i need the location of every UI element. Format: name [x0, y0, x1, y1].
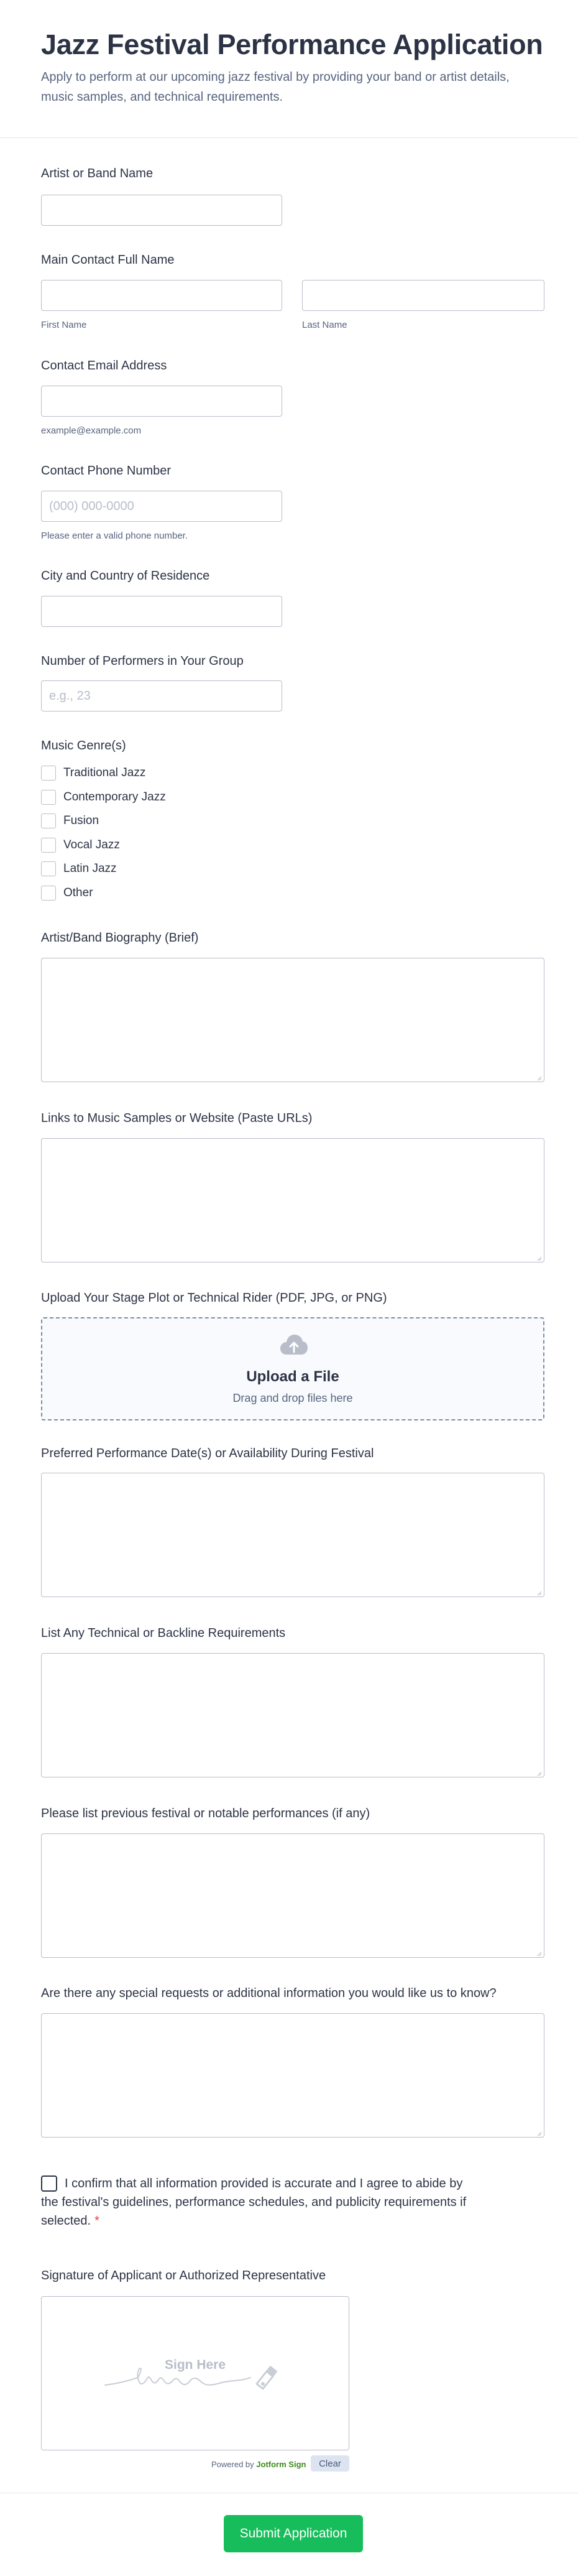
powered-by-text: Powered by Jotform Sign — [211, 2460, 306, 2469]
dates-label: Preferred Performance Date(s) or Availab… — [41, 1447, 374, 1460]
form-title: Jazz Festival Performance Application — [41, 29, 543, 60]
resize-grip-icon — [537, 1591, 542, 1596]
performers-label: Number of Performers in Your Group — [41, 654, 244, 668]
links-label: Links to Music Samples or Website (Paste… — [41, 1111, 313, 1125]
email-input[interactable] — [41, 386, 282, 417]
genre-option-label: Contemporary Jazz — [63, 790, 166, 804]
special-textarea[interactable] — [41, 2013, 544, 2138]
phone-sublabel: Please enter a valid phone number. — [41, 530, 188, 541]
checkbox[interactable] — [41, 790, 56, 805]
resize-grip-icon — [537, 1256, 542, 1261]
clear-signature-button[interactable]: Clear — [311, 2455, 349, 2472]
signature-scribble-icon — [104, 2366, 277, 2390]
consent-label: I confirm that all information provided … — [41, 2174, 476, 2230]
resize-grip-icon — [537, 2131, 542, 2136]
upload-hint: Drag and drop files here — [232, 1392, 353, 1404]
genre-option-label: Traditional Jazz — [63, 766, 146, 779]
last-name-input[interactable] — [302, 280, 544, 311]
genre-option-label: Other — [63, 886, 93, 899]
dates-textarea[interactable] — [41, 1473, 544, 1597]
city-label: City and Country of Residence — [41, 569, 210, 583]
links-textarea[interactable] — [41, 1138, 544, 1263]
city-input[interactable] — [41, 596, 282, 627]
contact-name-label: Main Contact Full Name — [41, 253, 175, 267]
consent-text: I confirm that all information provided … — [41, 2177, 467, 2228]
email-sublabel: example@example.com — [41, 425, 142, 436]
first-name-sublabel: First Name — [41, 320, 87, 330]
email-label: Contact Email Address — [41, 359, 167, 373]
checkbox[interactable] — [41, 886, 56, 901]
checkbox[interactable] — [41, 861, 56, 876]
resize-grip-icon — [537, 1771, 542, 1776]
file-upload-dropzone[interactable]: Upload a File Drag and drop files here — [41, 1317, 544, 1420]
genre-option[interactable]: Fusion — [41, 812, 99, 830]
upload-label: Upload Your Stage Plot or Technical Ride… — [41, 1291, 387, 1305]
resize-grip-icon — [537, 1076, 542, 1081]
cloud-upload-icon — [280, 1335, 308, 1355]
technical-textarea[interactable] — [41, 1653, 544, 1777]
genre-option[interactable]: Contemporary Jazz — [41, 789, 166, 806]
checkbox[interactable] — [41, 766, 56, 781]
first-name-input[interactable] — [41, 280, 282, 311]
genre-option-label: Fusion — [63, 814, 99, 827]
checkbox[interactable] — [41, 813, 56, 828]
genre-option-label: Latin Jazz — [63, 862, 117, 875]
genre-option[interactable]: Vocal Jazz — [41, 836, 120, 854]
form-page: Jazz Festival Performance Application Ap… — [0, 0, 578, 2576]
powered-by-label: Powered by — [211, 2460, 254, 2469]
phone-input[interactable] — [41, 491, 282, 522]
jotform-sign-brand: Jotform Sign — [256, 2460, 306, 2469]
checkbox[interactable] — [41, 838, 56, 853]
submit-button[interactable]: Submit Application — [224, 2515, 363, 2552]
last-name-sublabel: Last Name — [302, 320, 347, 330]
genre-option[interactable]: Latin Jazz — [41, 860, 117, 878]
previous-label: Please list previous festival or notable… — [41, 1807, 370, 1820]
artist-name-label: Artist or Band Name — [41, 167, 154, 180]
genre-option[interactable]: Other — [41, 884, 93, 902]
artist-name-input[interactable] — [41, 195, 282, 226]
upload-title: Upload a File — [246, 1368, 339, 1385]
previous-textarea[interactable] — [41, 1833, 544, 1958]
biography-textarea[interactable] — [41, 958, 544, 1082]
genres-label: Music Genre(s) — [41, 739, 126, 753]
special-label: Are there any special requests or additi… — [41, 1986, 497, 2000]
performers-input[interactable] — [41, 680, 282, 711]
phone-label: Contact Phone Number — [41, 464, 172, 478]
biography-label: Artist/Band Biography (Brief) — [41, 931, 199, 945]
signature-pad[interactable]: Sign Here — [41, 2296, 349, 2450]
form-subtitle: Apply to perform at our upcoming jazz fe… — [41, 70, 510, 104]
genre-option[interactable]: Traditional Jazz — [41, 764, 145, 782]
technical-label: List Any Technical or Backline Requireme… — [41, 1626, 286, 1640]
genre-option-label: Vocal Jazz — [63, 838, 120, 851]
form-header: Jazz Festival Performance Application Ap… — [0, 0, 578, 138]
resize-grip-icon — [537, 1952, 542, 1957]
signature-label: Signature of Applicant or Authorized Rep… — [41, 2269, 326, 2282]
required-marker: * — [94, 2214, 99, 2228]
